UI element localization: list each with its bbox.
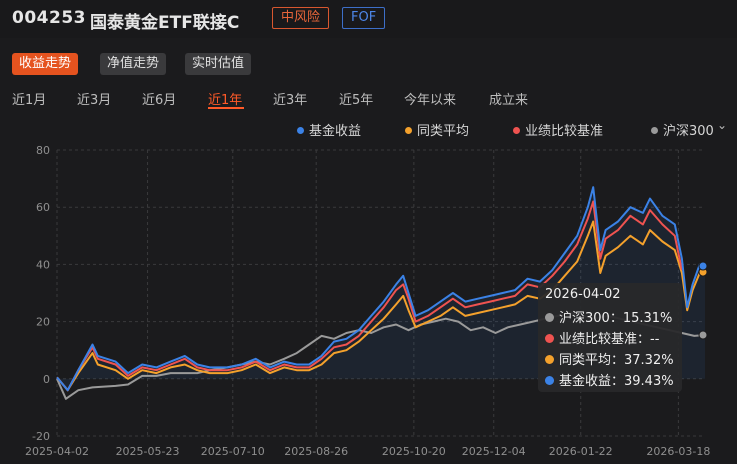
x-tick-label: 2025-12-04 <box>462 445 526 458</box>
tooltip-value: 沪深300：15.31% <box>559 311 673 326</box>
tooltip-date: 2026-04-02 <box>545 287 621 302</box>
tooltip-value: 基金收益：39.43% <box>559 374 674 389</box>
fund-name: 国泰黄金ETF联接C <box>90 13 240 33</box>
y-tick-label: 0 <box>43 373 50 386</box>
tab-nav-trend[interactable]: 净值走势 <box>100 53 167 75</box>
chevron-down-icon[interactable]: ⌄ <box>717 118 727 132</box>
y-tick-label: 80 <box>36 144 50 157</box>
legend-item-csi300[interactable]: 沪深300 <box>651 120 714 139</box>
legend-dot-icon <box>405 127 412 134</box>
x-tick-label: 2025-08-26 <box>284 445 348 458</box>
legend-label: 业绩比较基准 <box>525 124 604 139</box>
y-tick-label: 60 <box>36 201 50 214</box>
legend-label: 沪深300 <box>663 124 714 139</box>
range-tab-5y[interactable]: 近5年 <box>339 89 373 108</box>
tooltip-row-benchmark: 业绩比较基准：-- <box>545 328 659 347</box>
legend-dot-icon <box>513 127 520 134</box>
tooltip-dot-icon <box>545 313 554 322</box>
fund-code: 004253 <box>12 8 86 28</box>
active-range-indicator <box>208 107 244 109</box>
data-point-marker <box>698 330 708 340</box>
legend-dot-icon <box>651 127 658 134</box>
range-tab-3m[interactable]: 近3月 <box>77 89 111 108</box>
tooltip-dot-icon <box>545 355 554 364</box>
legend-dot-icon <box>297 127 304 134</box>
tooltip-value: 同类平均：37.32% <box>559 353 674 368</box>
y-tick-label: -20 <box>32 430 50 443</box>
x-tick-label: 2025-07-10 <box>201 445 265 458</box>
tooltip-dot-icon <box>545 376 554 385</box>
legend-item-fund-return[interactable]: 基金收益 <box>297 120 361 139</box>
fund-type-badge: FOF <box>342 7 386 29</box>
y-tick-label: 40 <box>36 258 50 271</box>
legend-label: 同类平均 <box>417 124 470 139</box>
data-point-marker <box>698 261 708 271</box>
tab-return-trend[interactable]: 收益走势 <box>12 53 79 75</box>
tooltip-dot-icon <box>545 334 554 343</box>
x-tick-label: 2025-04-02 <box>25 445 89 458</box>
tooltip-row-fund-return: 基金收益：39.43% <box>545 370 674 389</box>
tooltip-value: 业绩比较基准：-- <box>559 332 660 347</box>
range-tab-6m[interactable]: 近6月 <box>142 89 176 108</box>
x-tick-label: 2026-01-22 <box>549 445 613 458</box>
legend-item-benchmark[interactable]: 业绩比较基准 <box>513 120 603 139</box>
range-tab-ytd[interactable]: 今年以来 <box>404 89 456 108</box>
range-tab-1y[interactable]: 近1年 <box>208 89 242 108</box>
range-tab-since-inception[interactable]: 成立来 <box>489 89 528 108</box>
risk-level-badge: 中风险 <box>272 7 330 29</box>
legend-label: 基金收益 <box>309 124 362 139</box>
x-tick-label: 2025-05-23 <box>116 445 180 458</box>
legend-item-category-average[interactable]: 同类平均 <box>405 120 469 139</box>
x-tick-label: 2026-03-18 <box>646 445 710 458</box>
range-tab-3y[interactable]: 近3年 <box>273 89 307 108</box>
tooltip-row-csi300: 沪深300：15.31% <box>545 307 672 326</box>
y-tick-label: 20 <box>36 316 50 329</box>
range-tab-1m[interactable]: 近1月 <box>12 89 46 108</box>
tooltip-row-category-average: 同类平均：37.32% <box>545 349 674 368</box>
header-bar: 004253 国泰黄金ETF联接C 中风险 FOF <box>0 0 737 38</box>
x-tick-label: 2025-10-20 <box>382 445 446 458</box>
tab-realtime-estimate[interactable]: 实时估值 <box>185 53 252 75</box>
chart-tooltip: 2026-04-02 沪深300：15.31% 业绩比较基准：-- 同类平均：3… <box>538 283 682 392</box>
